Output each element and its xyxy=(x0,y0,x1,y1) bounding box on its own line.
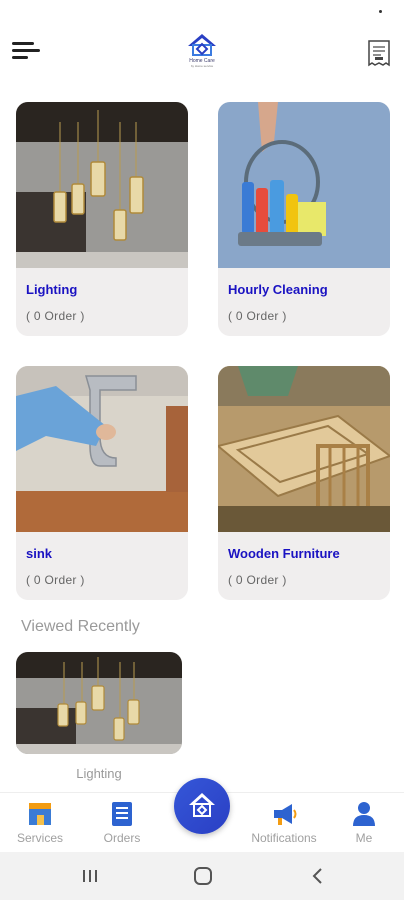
sink-image xyxy=(16,366,188,532)
recent-item-lighting[interactable] xyxy=(16,652,182,754)
megaphone-icon xyxy=(274,804,297,825)
category-card-sink[interactable]: sink ( 0 Order ) xyxy=(16,366,188,600)
cleaning-image xyxy=(218,102,390,268)
nav-me[interactable]: Me xyxy=(324,801,404,845)
system-nav-bar xyxy=(0,852,404,900)
status-indicator xyxy=(379,10,382,13)
category-title: sink xyxy=(26,546,53,561)
nav-services[interactable]: Services xyxy=(0,801,80,845)
nav-orders[interactable]: Orders xyxy=(82,801,162,845)
receipt-icon[interactable] xyxy=(366,39,392,67)
lighting-image xyxy=(16,102,188,268)
nav-notifications[interactable]: Notifications xyxy=(244,801,324,845)
nav-label: Services xyxy=(16,831,63,845)
category-title: Wooden Furniture xyxy=(228,546,340,561)
nav-label: Orders xyxy=(103,831,141,845)
category-order-count: ( 0 Order ) xyxy=(228,573,287,587)
logo-subtitle: by Home service xyxy=(190,64,214,68)
shop-icon xyxy=(29,803,51,825)
app-header: Home Care by Home service xyxy=(0,28,404,84)
home-care-logo-icon xyxy=(189,793,215,817)
recent-item-label: Lighting xyxy=(76,766,122,781)
category-order-count: ( 0 Order ) xyxy=(26,309,85,323)
nav-label: Notifications xyxy=(251,831,317,845)
menu-icon[interactable] xyxy=(12,42,44,64)
category-order-count: ( 0 Order ) xyxy=(228,309,287,323)
furniture-image xyxy=(218,366,390,532)
category-card-hourly-cleaning[interactable]: Hourly Cleaning ( 0 Order ) xyxy=(218,102,390,336)
home-care-fab[interactable] xyxy=(174,778,230,834)
nav-label: Me xyxy=(355,831,373,845)
category-order-count: ( 0 Order ) xyxy=(26,573,85,587)
category-title: Hourly Cleaning xyxy=(228,282,328,297)
category-card-lighting[interactable]: Lighting ( 0 Order ) xyxy=(16,102,188,336)
category-card-wooden-furniture[interactable]: Wooden Furniture ( 0 Order ) xyxy=(218,366,390,600)
category-title: Lighting xyxy=(26,282,78,297)
viewed-recently-heading: Viewed Recently xyxy=(21,618,140,635)
recent-apps-icon[interactable] xyxy=(78,864,102,888)
app-logo: Home Care by Home service xyxy=(180,32,224,76)
person-icon xyxy=(353,802,375,826)
home-button-icon[interactable] xyxy=(191,864,215,888)
list-icon xyxy=(112,802,132,826)
back-icon[interactable] xyxy=(306,864,330,888)
home-screen: Home Care by Home service Lighting (0 O… xyxy=(0,0,404,900)
